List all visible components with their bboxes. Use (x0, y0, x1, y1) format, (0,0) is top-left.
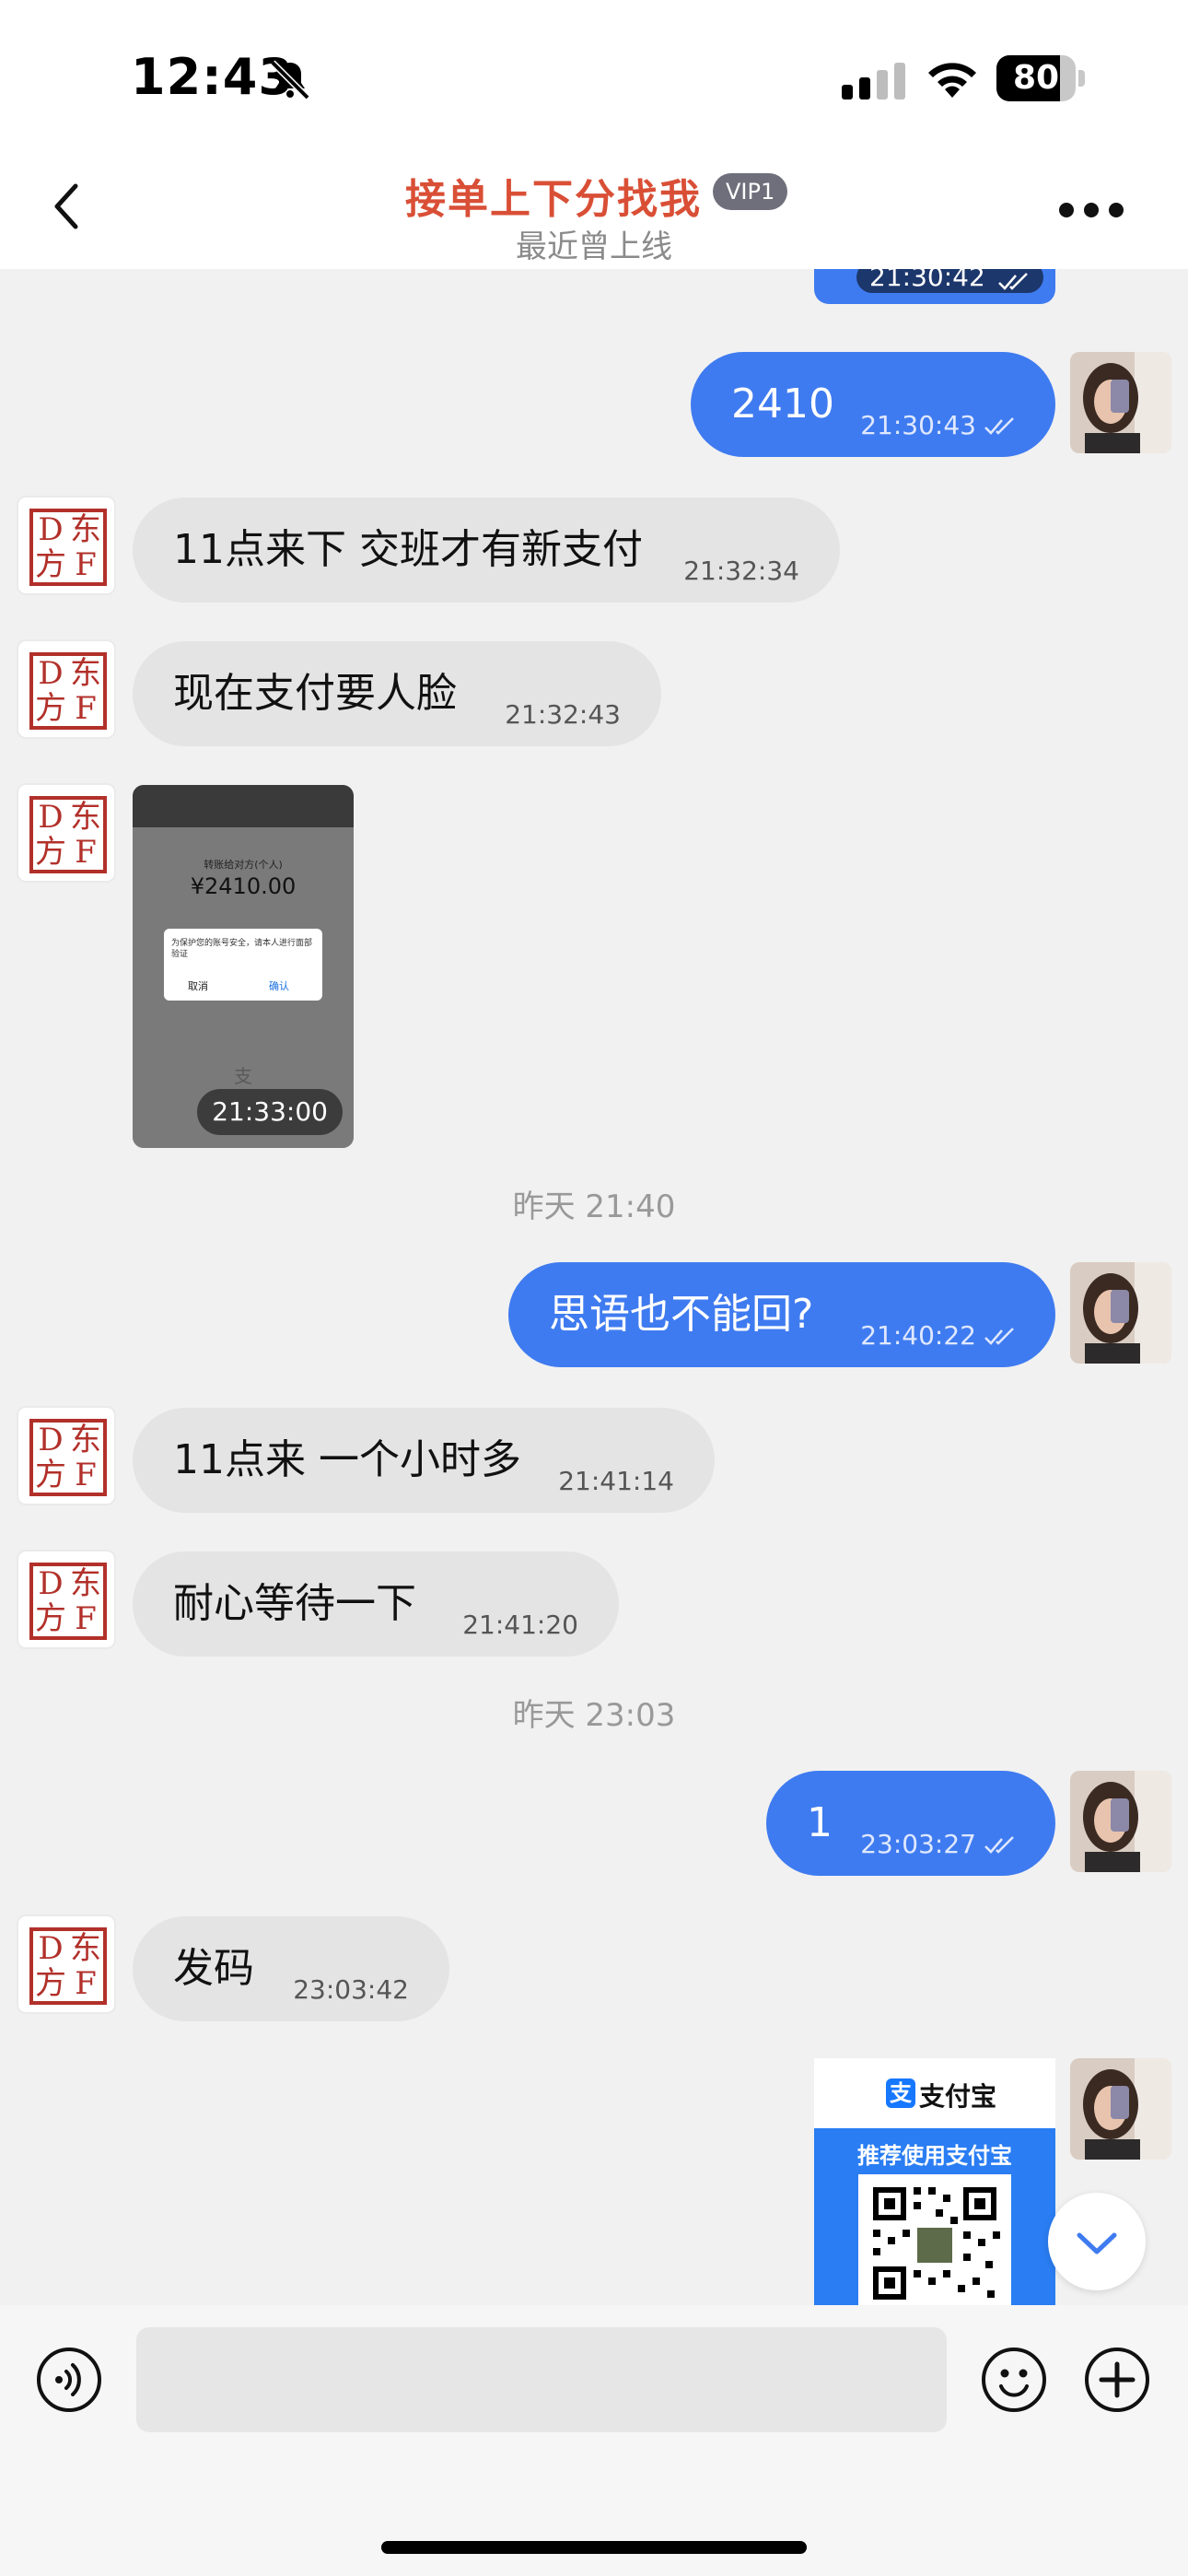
qr-brand: 支付宝 (919, 2081, 997, 2112)
bell-muted-icon (270, 60, 310, 100)
read-check-icon (984, 1328, 1014, 1345)
my-avatar[interactable] (1070, 1771, 1171, 1872)
wifi-icon (928, 63, 976, 98)
battery-icon: 80 (996, 55, 1085, 101)
seal-logo: D 东 方 F (29, 1419, 107, 1496)
my-avatar[interactable] (1070, 1262, 1171, 1364)
my-avatar[interactable] (1070, 2058, 1171, 2160)
qr-code (858, 2174, 1011, 2305)
message-text: 1 (807, 1799, 833, 1846)
message-list[interactable]: 21:30:42 2410 21:30:43 D 东 方 F 11点来下 交班才… (0, 269, 1188, 2305)
image-message[interactable]: 转账给对方(个人) ¥2410.00 为保护您的账号安全，请本人进行面部验证 取… (133, 785, 354, 1148)
message-text: 发码 (173, 1945, 254, 1992)
message-time: 21:32:43 (505, 699, 621, 730)
seal-logo: D 东 方 F (29, 1927, 107, 2005)
seal-logo: D 东 方 F (29, 509, 107, 586)
screenshot-footer: 支 (234, 1065, 252, 1087)
screenshot-title: 转账给对方(个人) (204, 859, 283, 871)
contact-avatar[interactable]: D 东 方 F (17, 1406, 116, 1505)
message-time: 23:03:27 (860, 1829, 976, 1859)
online-status: 最近曾上线 (516, 228, 672, 265)
voice-icon[interactable] (35, 2346, 103, 2414)
composer-bar (0, 2305, 1188, 2576)
message-time: 21:30:42 (869, 269, 985, 292)
message-bubble-outgoing[interactable]: 2410 21:30:43 (691, 352, 1055, 457)
message-time: 21:41:14 (558, 1466, 674, 1496)
message-bubble-incoming[interactable]: 发码 23:03:42 (133, 1916, 449, 2021)
status-bar: 12:43 80 (0, 0, 1188, 147)
contact-avatar[interactable]: D 东 方 F (17, 1550, 116, 1649)
contact-avatar[interactable]: D 东 方 F (17, 783, 116, 883)
message-text: 11点来下 交班才有新支付 (173, 526, 643, 573)
battery-percent: 80 (1012, 59, 1060, 97)
my-avatar[interactable] (1070, 352, 1171, 453)
message-bubble-incoming[interactable]: 11点来 一个小时多 21:41:14 (133, 1408, 715, 1513)
message-text: 11点来 一个小时多 (173, 1436, 521, 1483)
contact-avatar[interactable]: D 东 方 F (17, 496, 116, 595)
message-time: 21:32:34 (683, 556, 799, 586)
message-text: 现在支付要人脸 (173, 670, 457, 717)
payment-qr-card[interactable]: 支 支付宝 推荐使用支付宝 (814, 2058, 1055, 2305)
screenshot-confirm: 确认 (269, 980, 289, 992)
contact-avatar[interactable]: D 东 方 F (17, 1914, 116, 2014)
seal-logo: D 东 方 F (29, 1563, 107, 1640)
date-separator: 昨天 23:03 (512, 1697, 676, 1734)
plus-icon[interactable] (1083, 2346, 1151, 2414)
vip-badge: VIP1 (713, 173, 788, 210)
qr-tagline: 推荐使用支付宝 (857, 2143, 1012, 2169)
screenshot-amount: ¥2410.00 (190, 873, 297, 899)
chat-title[interactable]: 接单上下分找我 (405, 166, 702, 225)
message-bubble-incoming[interactable]: 耐心等待一下 21:41:20 (133, 1551, 619, 1657)
screenshot-dialog-text: 为保护您的账号安全，请本人进行面部验证 (171, 939, 313, 959)
read-check-icon (984, 417, 1014, 435)
message-text: 2410 (731, 381, 834, 427)
read-check-icon (997, 272, 1028, 290)
message-time: 21:40:22 (860, 1320, 976, 1351)
cellular-signal-icon (842, 63, 905, 100)
message-bubble-outgoing[interactable]: 思语也不能回? 21:40:22 (508, 1262, 1055, 1367)
contact-avatar[interactable]: D 东 方 F (17, 639, 116, 739)
alipay-logo-icon: 支 (886, 2078, 915, 2108)
message-input[interactable] (136, 2327, 947, 2432)
message-text: 耐心等待一下 (173, 1580, 416, 1627)
seal-logo: D 东 方 F (29, 652, 107, 730)
chat-header: 接单上下分找我 VIP1 最近曾上线 (0, 147, 1188, 269)
read-check-icon (984, 1836, 1014, 1854)
message-time: 21:33:00 (197, 1089, 343, 1135)
message-time: 21:41:20 (462, 1610, 578, 1640)
screenshot-cancel: 取消 (188, 980, 208, 992)
home-indicator (381, 2541, 807, 2554)
message-bubble-outgoing[interactable]: 1 23:03:27 (766, 1771, 1055, 1876)
emoji-icon[interactable] (980, 2346, 1048, 2414)
scroll-to-bottom-button[interactable] (1048, 2193, 1146, 2290)
more-dots-icon[interactable] (1057, 201, 1125, 219)
message-bubble-outgoing[interactable]: 21:30:42 (814, 269, 1055, 304)
message-bubble-incoming[interactable]: 11点来下 交班才有新支付 21:32:34 (133, 498, 840, 603)
seal-logo: D 东 方 F (29, 796, 107, 873)
chevron-down-icon (1077, 2232, 1117, 2254)
message-bubble-incoming[interactable]: 现在支付要人脸 21:32:43 (133, 641, 661, 746)
message-text: 思语也不能回? (549, 1291, 814, 1338)
message-time: 23:03:42 (293, 1974, 409, 2005)
message-time: 21:30:43 (860, 410, 976, 440)
date-separator: 昨天 21:40 (512, 1188, 676, 1225)
